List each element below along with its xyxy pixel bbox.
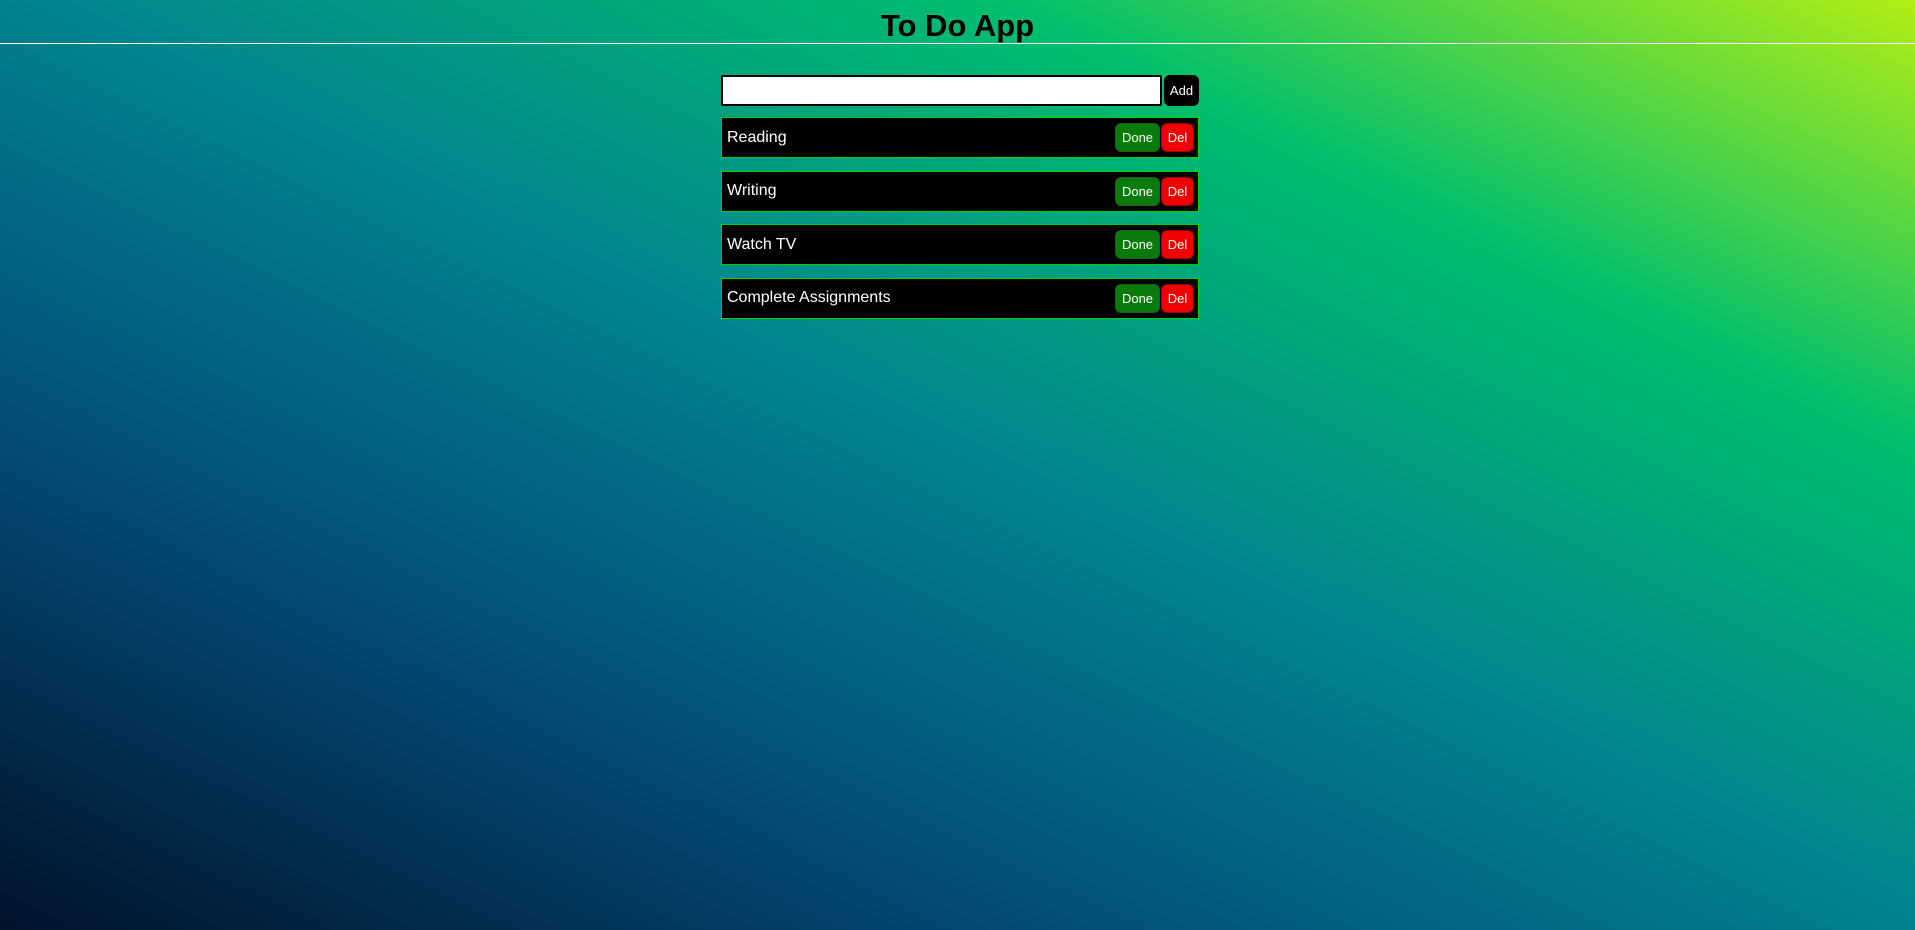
task-text: Reading	[727, 128, 787, 146]
done-button[interactable]: Done	[1115, 283, 1160, 313]
task-input[interactable]	[721, 74, 1162, 106]
task-item: Complete Assignments Done Del	[721, 277, 1199, 319]
task-text: Writing	[727, 182, 777, 199]
delete-button[interactable]: Del	[1161, 283, 1194, 313]
task-item: Writing Done Del	[721, 170, 1199, 212]
task-item: Watch TV Done Del	[721, 224, 1199, 265]
add-task-row: Add	[721, 74, 1199, 106]
todo-container: Add Reading Done Del Writing Done Del Wa…	[721, 74, 1199, 331]
done-button[interactable]: Done	[1115, 176, 1160, 206]
app-header: To Do App	[0, 0, 1915, 44]
task-item: Reading Done Del	[721, 117, 1199, 158]
delete-button[interactable]: Del	[1161, 176, 1194, 206]
add-button[interactable]: Add	[1164, 74, 1199, 106]
task-text: Watch TV	[727, 235, 797, 253]
task-list: Reading Done Del Writing Done Del Watch …	[721, 117, 1199, 319]
task-text: Complete Assignments	[727, 289, 891, 306]
done-button[interactable]: Done	[1115, 123, 1160, 152]
page-title: To Do App	[880, 8, 1035, 43]
delete-button[interactable]: Del	[1161, 123, 1194, 152]
delete-button[interactable]: Del	[1161, 230, 1194, 259]
done-button[interactable]: Done	[1115, 230, 1160, 259]
